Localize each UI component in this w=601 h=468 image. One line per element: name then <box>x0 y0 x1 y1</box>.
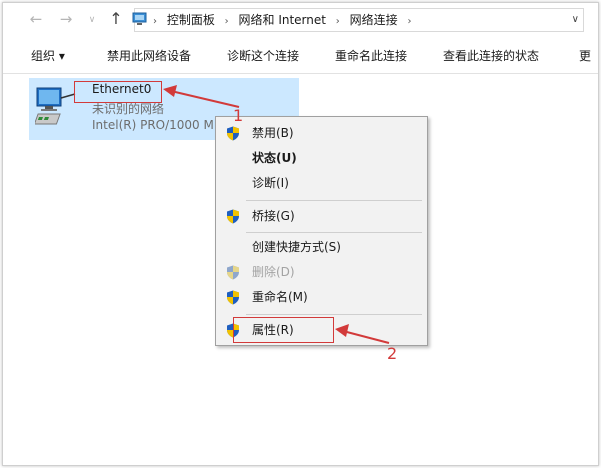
annotation-step-1: 1 <box>233 106 244 125</box>
explorer-window: ← → ∨ ↑ › 控制面板 › 网络和 Internet › 网络连接 › ∨… <box>2 2 599 466</box>
annotation-arrow-1 <box>163 85 240 108</box>
annotation-arrows <box>163 85 390 344</box>
annotation-arrow-2 <box>335 324 390 344</box>
annotation-step-2: 2 <box>387 344 398 363</box>
